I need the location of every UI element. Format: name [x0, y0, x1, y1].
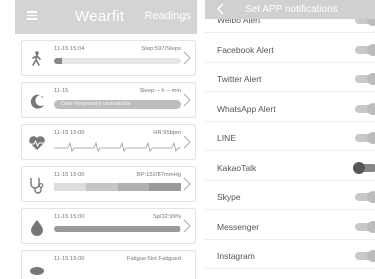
blood-pressure-card[interactable]: 11-15 15:00 BP:152/87mmHg — [21, 166, 196, 202]
notification-label: Messenger — [217, 221, 260, 232]
steps-progress-bar — [54, 58, 181, 64]
card-metric: Sleep:-- h -- min — [139, 88, 181, 94]
notification-toggle[interactable] — [355, 102, 375, 115]
card-metric: SpO2:99% — [152, 214, 181, 220]
readings-button[interactable]: Readings — [145, 10, 191, 22]
notification-row: Twitter Alert — [205, 67, 375, 92]
chevron-right-icon — [183, 51, 191, 65]
spo2-progress-fill — [54, 226, 180, 232]
notification-label: Facebook Alert — [217, 44, 274, 55]
toggle-knob — [367, 73, 375, 85]
notification-row: Facebook Alert — [205, 38, 375, 63]
chevron-right-icon — [183, 219, 191, 233]
notification-row: Messenger — [205, 215, 375, 240]
heart-rate-card[interactable]: 11-15 15:00 HR:95bpm — [21, 124, 196, 160]
toggle-knob — [367, 43, 375, 56]
back-arrow-icon[interactable] — [217, 3, 225, 15]
card-metric: Step:597/Steps — [141, 46, 181, 52]
card-time: 11-15 15:00 — [54, 256, 85, 262]
card-time: 11-15 15:04 — [54, 46, 85, 52]
heart-rate-icon — [29, 136, 45, 150]
notification-settings-screen: Set APP notifications Weibo Alert Faceboo… — [205, 0, 375, 279]
card-metric: Fatigue:Not Fatigued — [126, 256, 181, 262]
app-title: Wearfit — [75, 8, 125, 25]
chevron-right-icon — [183, 93, 191, 107]
notification-toggle[interactable] — [353, 161, 375, 174]
card-time: 11-15 — [54, 88, 69, 94]
toggle-knob — [367, 191, 375, 203]
toggle-knob — [353, 161, 365, 174]
notification-row: Instagram — [205, 244, 375, 269]
toggle-knob — [367, 102, 375, 115]
notification-label: WhatsApp Alert — [217, 103, 276, 114]
wearfit-home-screen: Wearfit Readings 11-15 15:04 Step:597/St… — [15, 0, 197, 279]
notification-toggle[interactable] — [355, 132, 375, 144]
blood-pressure-scale — [54, 183, 181, 191]
toggle-knob — [367, 250, 375, 262]
card-time: 11-15 15:00 — [54, 214, 85, 220]
toggle-knob — [367, 220, 375, 233]
toggle-knob — [367, 132, 375, 144]
card-metric: BP:152/87mmHg — [136, 172, 181, 178]
blood-drop-icon — [31, 220, 43, 236]
card-time: 11-15 15:00 — [54, 172, 85, 178]
fatigue-icon — [30, 267, 44, 275]
notification-row: WhatsApp Alert — [205, 97, 375, 122]
notification-label: KakaoTalk — [217, 162, 257, 173]
notification-label: Twitter Alert — [217, 74, 262, 84]
steps-card[interactable]: 11-15 15:04 Step:597/Steps — [21, 40, 196, 76]
stethoscope-icon — [30, 178, 44, 194]
spo2-progress-bar — [54, 226, 181, 232]
notification-toggle[interactable] — [355, 250, 375, 262]
menu-icon[interactable] — [27, 11, 37, 20]
notification-row: Skype — [205, 185, 375, 210]
steps-progress-fill — [54, 58, 62, 64]
notification-label: Skype — [217, 192, 241, 202]
chevron-right-icon — [183, 177, 191, 191]
top-bar: Set APP notifications — [205, 0, 375, 19]
notification-toggle[interactable] — [355, 220, 375, 233]
sleep-card[interactable]: 11-15 Sleep:-- h -- min Date temporarily… — [21, 82, 196, 118]
card-metric: HR:95bpm — [153, 130, 181, 136]
chevron-right-icon — [183, 135, 191, 149]
sleep-status-text: Date temporarily unavailable — [54, 100, 181, 109]
notification-toggle[interactable] — [355, 43, 375, 56]
notification-row: KakaoTalk — [205, 156, 375, 181]
notification-toggle[interactable] — [355, 191, 375, 203]
spo2-card[interactable]: 11-15 15:00 SpO2:99% — [21, 208, 196, 244]
top-bar: Wearfit Readings — [15, 0, 197, 34]
notification-label: Instagram — [217, 251, 255, 261]
notification-row: LINE — [205, 126, 375, 151]
fatigue-card[interactable]: 11-15 15:00 Fatigue:Not Fatigued — [21, 250, 196, 279]
moon-icon — [30, 94, 44, 109]
walking-person-icon — [32, 51, 41, 66]
card-time: 11-15 15:00 — [54, 130, 85, 136]
page-title: Set APP notifications — [245, 4, 338, 15]
notification-toggle[interactable] — [355, 73, 375, 85]
notification-label: LINE — [217, 133, 236, 143]
heart-rate-waveform — [54, 141, 181, 152]
